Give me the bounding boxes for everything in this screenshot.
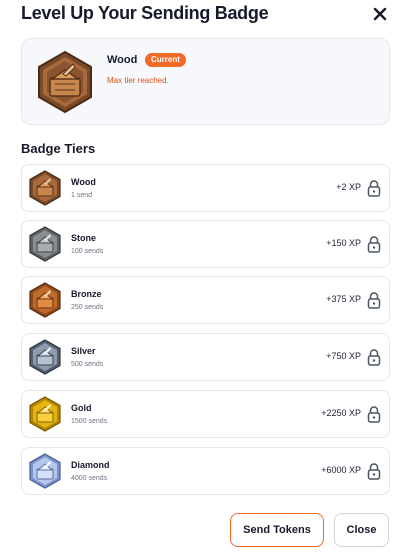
- badge-tiers-heading: Badge Tiers: [21, 141, 96, 156]
- bronze-badge-icon: [29, 282, 61, 318]
- lock-icon: [367, 349, 381, 366]
- tier-sends: 100 sends: [71, 248, 104, 255]
- tier-row-bronze: Bronze 250 sends +375 XP: [21, 276, 390, 324]
- stone-badge-icon: [29, 226, 61, 262]
- tier-xp: +375 XP: [326, 294, 361, 304]
- tier-sends: 1 send: [71, 192, 93, 199]
- silver-badge-icon: [29, 339, 61, 375]
- tier-row-diamond: Diamond 4000 sends +6000 XP: [21, 447, 390, 495]
- tier-row-silver: Silver 500 sends +750 XP: [21, 333, 390, 381]
- gold-badge-icon: [29, 396, 61, 432]
- tier-sends: 250 sends: [71, 304, 104, 311]
- badge-modal: Level Up Your Sending Badge Wood Current…: [0, 0, 409, 556]
- tier-name: Wood: [71, 177, 96, 187]
- tier-name: Silver: [71, 346, 96, 356]
- tier-sends: 4000 sends: [71, 475, 108, 482]
- modal-title: Level Up Your Sending Badge: [21, 3, 269, 23]
- lock-icon: [367, 180, 381, 197]
- current-badge-card: Wood Current Max tier reached.: [21, 38, 390, 125]
- lock-icon: [367, 406, 381, 423]
- wood-badge-icon: [29, 170, 61, 206]
- lock-icon: [367, 236, 381, 253]
- close-icon[interactable]: [371, 5, 389, 23]
- tier-name: Diamond: [71, 460, 110, 470]
- tier-row-stone: Stone 100 sends +150 XP: [21, 220, 390, 268]
- close-button[interactable]: Close: [334, 513, 389, 547]
- tier-name: Bronze: [71, 289, 102, 299]
- diamond-badge-icon: [29, 453, 61, 489]
- tier-name: Gold: [71, 403, 92, 413]
- current-tier-name: Wood: [107, 54, 138, 66]
- modal-header: Level Up Your Sending Badge: [0, 0, 409, 30]
- tier-name: Stone: [71, 233, 97, 243]
- wood-badge-icon: [38, 50, 92, 114]
- tier-xp: +150 XP: [326, 238, 361, 248]
- tier-row-gold: Gold 1500 sends +2250 XP: [21, 390, 390, 438]
- current-status-badge: Current: [145, 53, 186, 67]
- tier-xp: +2 XP: [336, 182, 361, 192]
- current-tier-subtitle: Max tier reached.: [107, 76, 169, 85]
- tier-xp: +2250 XP: [321, 408, 361, 418]
- tier-xp: +6000 XP: [321, 465, 361, 475]
- tier-sends: 500 sends: [71, 361, 104, 368]
- send-tokens-button[interactable]: Send Tokens: [230, 513, 324, 547]
- lock-icon: [367, 463, 381, 480]
- tier-row-wood: Wood 1 send +2 XP: [21, 164, 390, 212]
- tier-xp: +750 XP: [326, 351, 361, 361]
- tier-sends: 1500 sends: [71, 418, 108, 425]
- lock-icon: [367, 292, 381, 309]
